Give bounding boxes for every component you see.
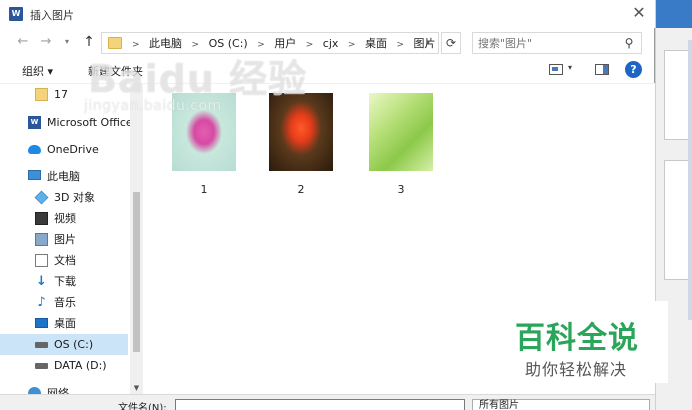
nav-item-microsoft-office[interactable]: W Microsoft Office	[0, 112, 133, 133]
brand-title: 百科全说	[515, 321, 639, 356]
nav-item-label: 网络	[47, 387, 69, 394]
dialog-title: 插入图片	[30, 9, 74, 22]
breadcrumb-separator[interactable]: >	[348, 40, 356, 50]
drive-icon	[35, 363, 48, 369]
nav-item-label: Microsoft Office	[47, 116, 133, 129]
nav-item-label: 下载	[54, 275, 76, 288]
nav-item-os-c[interactable]: OS (C:)	[0, 334, 128, 355]
computer-icon	[28, 170, 41, 180]
recent-locations-chevron-icon[interactable]: ▾	[58, 33, 76, 51]
breadcrumb-item[interactable]: 桌面	[365, 37, 387, 50]
file-name: 2	[297, 183, 305, 196]
background-window-panel	[664, 50, 690, 140]
nav-item-label: OS (C:)	[54, 338, 94, 351]
search-box[interactable]: ⚲	[472, 32, 642, 54]
nav-item-label: 17	[54, 88, 68, 101]
network-icon	[28, 387, 41, 394]
nav-item-3d-objects[interactable]: 3D 对象	[0, 187, 128, 208]
nav-item-label: 此电脑	[47, 170, 80, 183]
green-leaf-thumbnail	[369, 93, 433, 171]
preview-pane-icon[interactable]	[595, 64, 609, 75]
nav-item-videos[interactable]: 视频	[0, 208, 128, 229]
word-icon: W	[28, 116, 41, 129]
baidu-watermark: Baidu 经验	[88, 57, 308, 101]
jingyan-url-watermark: jingyan.baidu.com	[84, 98, 222, 114]
download-icon: ↓	[36, 274, 47, 289]
filetype-select[interactable]: 所有图片	[472, 399, 650, 410]
organize-button[interactable]: 组织 ▾	[22, 63, 53, 79]
change-view-icon[interactable]	[549, 64, 563, 75]
nav-item-this-pc[interactable]: 此电脑	[0, 166, 128, 187]
drive-icon	[35, 342, 48, 348]
scroll-down-arrow-icon[interactable]: ▼	[130, 384, 143, 392]
nav-item-documents[interactable]: 文档	[0, 250, 128, 271]
bottom-bar: 文件名(N): 所有图片	[0, 394, 655, 410]
refresh-icon[interactable]: ⟳	[441, 32, 461, 54]
documents-icon	[35, 254, 48, 267]
help-icon[interactable]: ?	[625, 61, 642, 78]
scrollbar-thumb[interactable]	[133, 192, 140, 352]
background-window-scrollbar	[688, 40, 692, 320]
folder-icon	[35, 88, 48, 101]
music-icon: ♪	[37, 295, 46, 310]
nav-item-label: 文档	[54, 254, 76, 267]
3d-objects-icon	[34, 190, 49, 205]
search-icon[interactable]: ⚲	[622, 36, 636, 50]
file-name: 1	[200, 183, 208, 196]
nav-item-label: 3D 对象	[54, 191, 95, 204]
nav-item-label: OneDrive	[47, 143, 99, 156]
filename-field[interactable]	[175, 399, 465, 410]
desktop-icon	[35, 318, 48, 328]
cloud-icon	[28, 145, 41, 154]
nav-item-network[interactable]: 网络	[0, 383, 128, 394]
navigation-scrollbar[interactable]: ▼	[130, 84, 143, 394]
back-arrow-icon[interactable]: ←	[14, 33, 32, 51]
search-input[interactable]	[478, 35, 618, 51]
nav-item-data-d[interactable]: DATA (D:)	[0, 355, 128, 376]
forward-arrow-icon[interactable]: →	[37, 33, 55, 51]
nav-item-desktop[interactable]: 桌面	[0, 313, 128, 334]
title-bar: W 插入图片 ✕	[0, 0, 655, 28]
video-icon	[35, 212, 48, 225]
nav-item-downloads[interactable]: ↓ 下载	[0, 271, 128, 292]
nav-item-label: 图片	[54, 233, 76, 246]
background-window-titlebar	[656, 0, 692, 28]
file-item[interactable]: 3	[363, 92, 439, 196]
breadcrumb-item[interactable]: cjx	[323, 37, 339, 50]
filename-label: 文件名(N):	[118, 403, 167, 410]
background-window-panel	[664, 160, 690, 280]
nav-item-label: 音乐	[54, 296, 76, 309]
nav-item-label: DATA (D:)	[54, 359, 107, 372]
red-tulip-thumbnail	[269, 93, 333, 171]
nav-item-label: 视频	[54, 212, 76, 225]
nav-item-label: 桌面	[54, 317, 76, 330]
view-options-chevron-icon[interactable]: ▾	[568, 63, 572, 72]
word-icon: W	[9, 7, 23, 21]
file-item[interactable]: 2	[263, 92, 339, 196]
file-name: 3	[397, 183, 405, 196]
nav-item-pictures[interactable]: 图片	[0, 229, 128, 250]
nav-item-music[interactable]: ♪ 音乐	[0, 292, 128, 313]
brand-watermark: 百科全说 助你轻松解决	[499, 301, 668, 383]
nav-item-onedrive[interactable]: OneDrive	[0, 139, 128, 160]
address-dropdown-chevron-icon[interactable]: ▾	[419, 34, 437, 52]
navigation-pane: 17 W Microsoft Office OneDrive 此电脑 3D 对象…	[0, 84, 143, 394]
brand-subtitle: 助你轻松解决	[525, 360, 628, 379]
breadcrumb-separator[interactable]: >	[396, 40, 404, 50]
close-button[interactable]: ✕	[627, 2, 651, 24]
pictures-icon	[35, 233, 48, 246]
